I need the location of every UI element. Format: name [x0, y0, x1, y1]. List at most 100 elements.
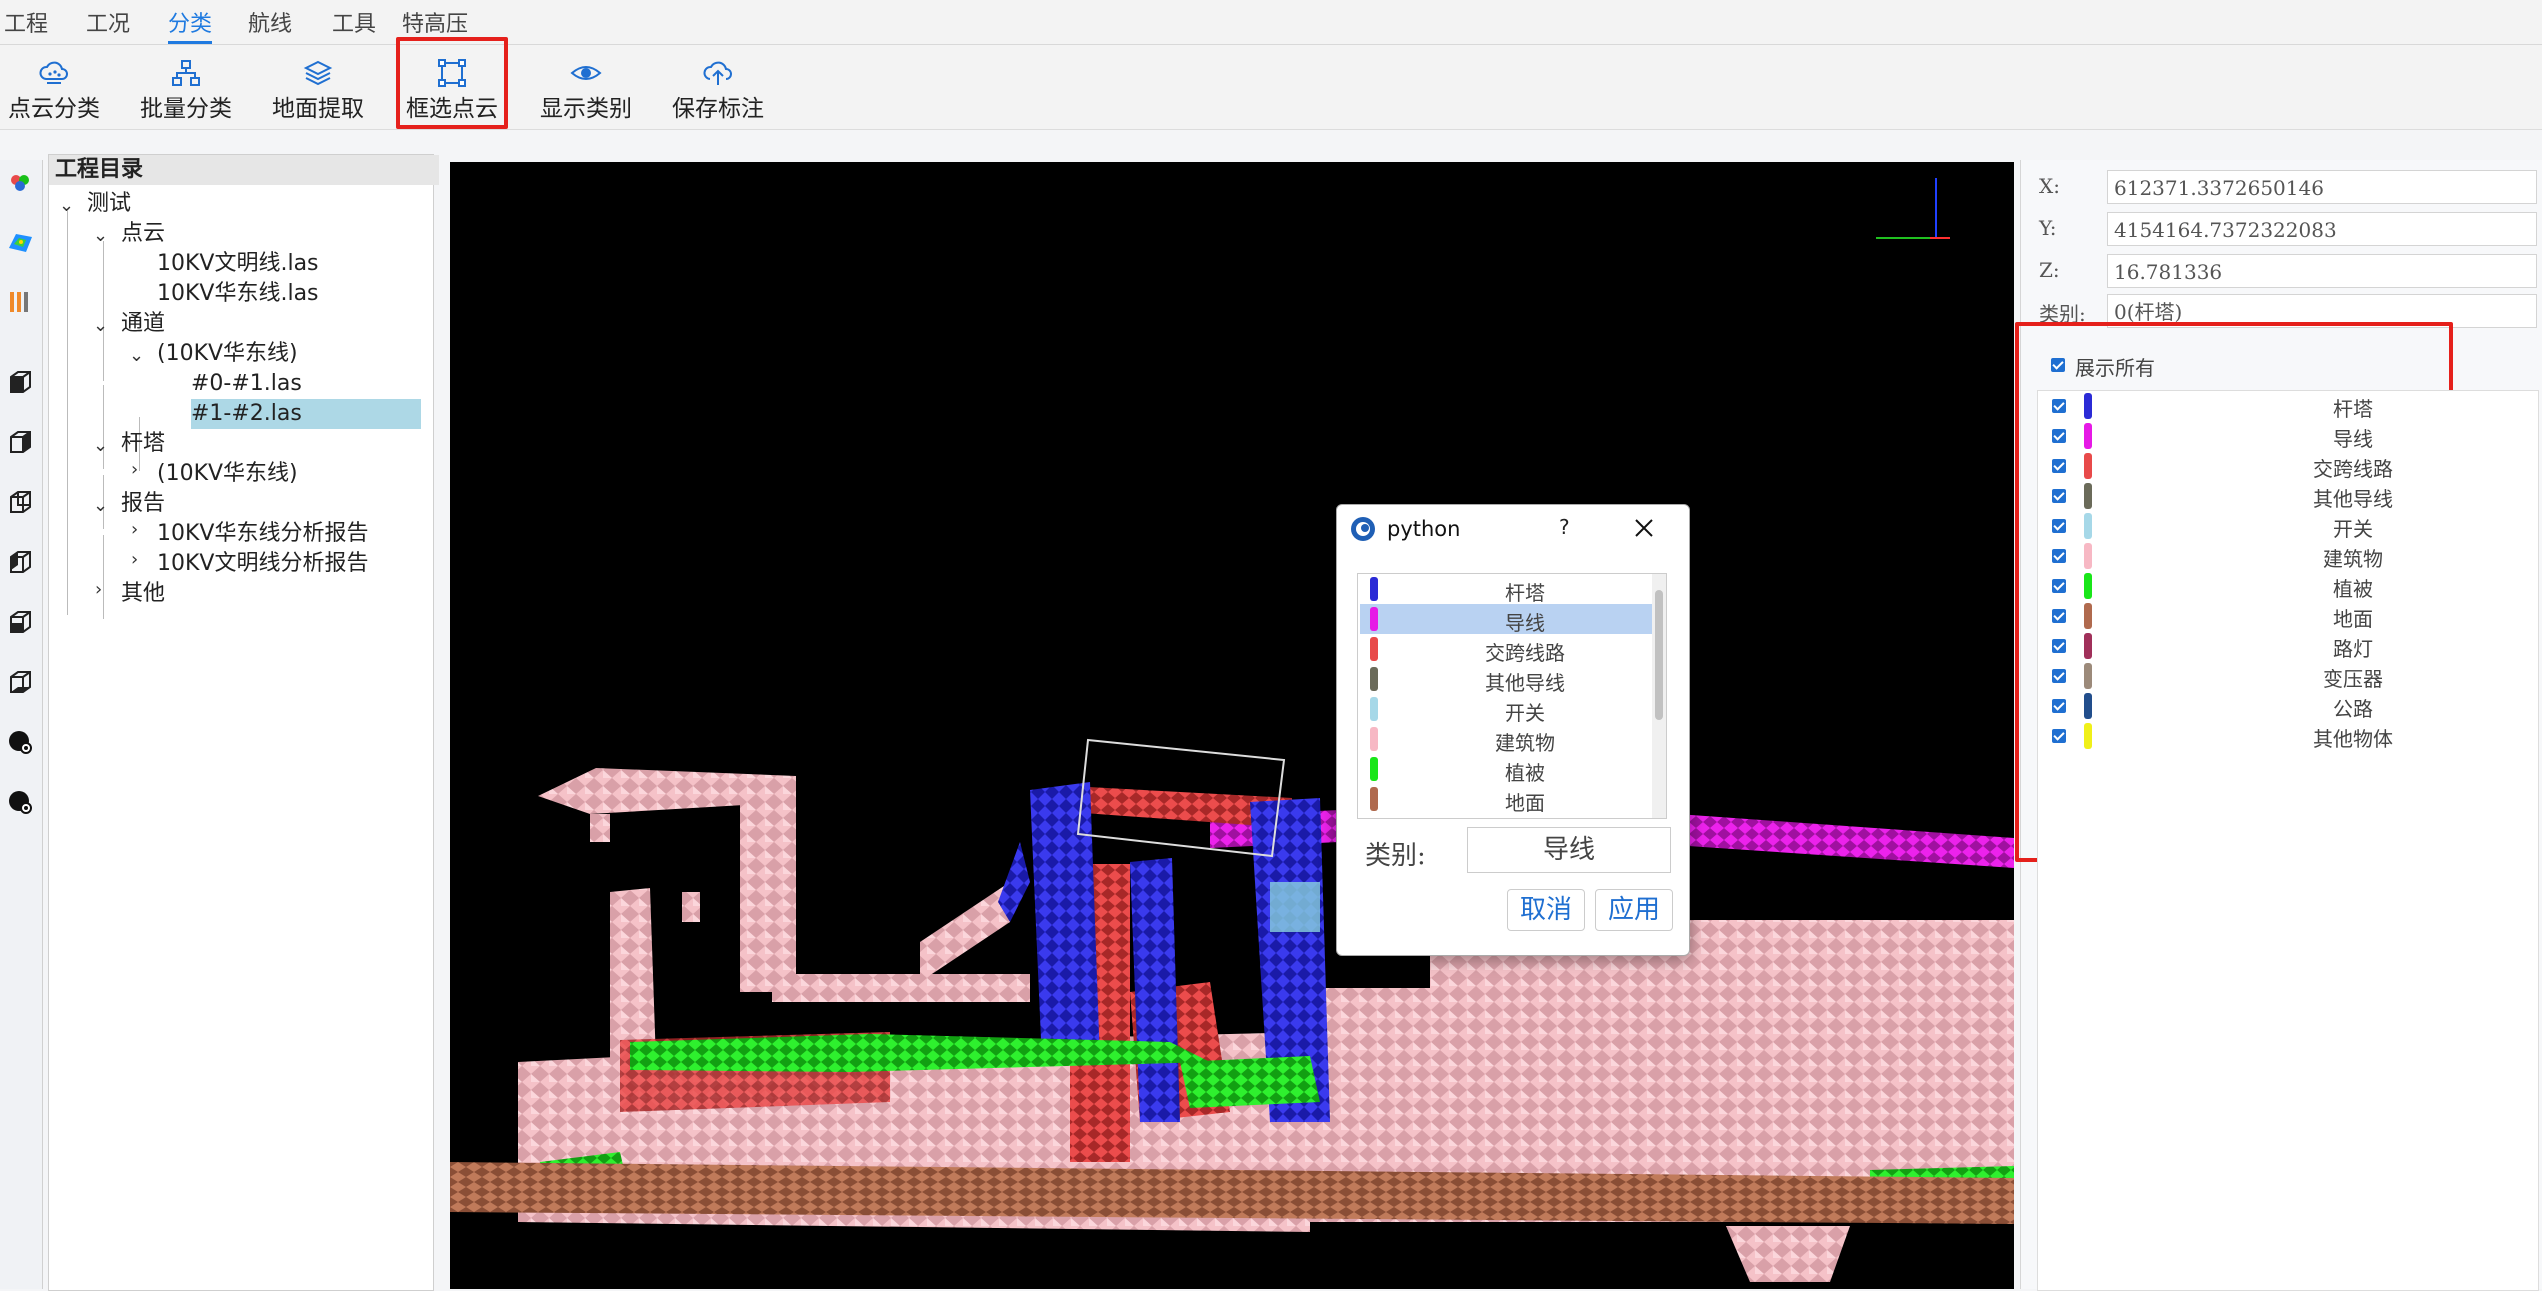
dialog-class-row[interactable]: 其他导线: [1360, 664, 1652, 695]
class-checkbox[interactable]: [2052, 639, 2066, 653]
tree-node-report[interactable]: 报告: [121, 489, 165, 519]
class-row[interactable]: 变压器: [2038, 661, 2538, 691]
tree-node-pointcloud[interactable]: 点云: [121, 219, 165, 249]
menu-route[interactable]: 航线: [248, 6, 292, 38]
apply-button[interactable]: 应用: [1595, 889, 1673, 931]
chevron-down-icon[interactable]: ⌄: [59, 195, 74, 216]
class-checkbox[interactable]: [2052, 669, 2066, 683]
class-checkbox[interactable]: [2052, 489, 2066, 503]
dialog-class-row[interactable]: 杆塔: [1360, 574, 1652, 605]
cube-back-view-icon[interactable]: [6, 488, 34, 516]
tree-node-file[interactable]: #0-#1.las: [191, 369, 302, 399]
chevron-down-icon[interactable]: ⌄: [93, 435, 108, 456]
class-color-swatch: [1370, 637, 1378, 661]
class-color-swatch: [1370, 787, 1378, 811]
ground-extract-button[interactable]: 地面提取: [268, 45, 368, 129]
cube-front-view-icon[interactable]: [6, 428, 34, 456]
class-row[interactable]: 建筑物: [2038, 541, 2538, 571]
class-row[interactable]: 其他物体: [2038, 721, 2538, 751]
dialog-class-row[interactable]: 交跨线路: [1360, 634, 1652, 665]
sphere-view-icon[interactable]: [6, 728, 34, 756]
dialog-class-row[interactable]: 地面: [1360, 784, 1652, 815]
cube-right-view-icon[interactable]: [6, 608, 34, 636]
color-palette-icon[interactable]: [6, 168, 34, 196]
class-color-swatch: [2084, 603, 2092, 629]
category-value-field[interactable]: 导线: [1467, 827, 1671, 873]
class-row[interactable]: 导线: [2038, 421, 2538, 451]
y-value-field[interactable]: 4154164.7372322083: [2107, 212, 2537, 246]
dialog-class-row[interactable]: 建筑物: [1360, 724, 1652, 755]
tree-node-other[interactable]: 其他: [121, 579, 165, 609]
elevation-map-icon[interactable]: [6, 228, 34, 256]
class-row[interactable]: 交跨线路: [2038, 451, 2538, 481]
point-cloud-classify-button[interactable]: 点云分类: [4, 45, 104, 129]
class-checkbox[interactable]: [2052, 459, 2066, 473]
cloud-classify-icon: [39, 61, 68, 84]
chevron-right-icon[interactable]: ›: [131, 459, 138, 480]
cube-top-view-icon[interactable]: [6, 368, 34, 396]
class-row[interactable]: 地面: [2038, 601, 2538, 631]
menu-condition[interactable]: 工况: [86, 6, 130, 38]
menu-project[interactable]: 工程: [4, 6, 48, 38]
class-row[interactable]: 其他导线: [2038, 481, 2538, 511]
close-icon[interactable]: [1633, 517, 1655, 539]
sphere-reset-icon[interactable]: [6, 788, 34, 816]
save-annotation-button[interactable]: 保存标注: [668, 45, 768, 129]
batch-classify-button[interactable]: 批量分类: [136, 45, 236, 129]
class-row[interactable]: 路灯: [2038, 631, 2538, 661]
cube-left-view-icon[interactable]: [6, 548, 34, 576]
class-checkbox[interactable]: [2052, 579, 2066, 593]
tree-node-line-group[interactable]: (10KV华东线): [157, 339, 298, 369]
tree-node-file[interactable]: 10KV华东线.las: [157, 279, 319, 309]
show-category-button[interactable]: 显示类别: [536, 45, 636, 129]
intensity-bars-icon[interactable]: [6, 288, 34, 316]
box-select-cloud-button[interactable]: 框选点云: [396, 37, 508, 129]
tree-node-report-item[interactable]: 10KV华东线分析报告: [157, 519, 368, 549]
tree-node-file-selected[interactable]: #1-#2.las: [191, 399, 421, 429]
z-value-field[interactable]: 16.781336: [2107, 254, 2537, 288]
class-row[interactable]: 杆塔: [2038, 391, 2538, 421]
chevron-right-icon[interactable]: ›: [95, 579, 102, 600]
z-label: Z:: [2039, 258, 2060, 282]
chevron-right-icon[interactable]: ›: [131, 549, 138, 570]
menu-uhv[interactable]: 特高压: [402, 6, 468, 38]
tree-node-line-group[interactable]: (10KV华东线): [157, 459, 298, 489]
class-row[interactable]: 植被: [2038, 571, 2538, 601]
chevron-down-icon[interactable]: ⌄: [129, 345, 144, 366]
class-checkbox[interactable]: [2052, 519, 2066, 533]
tree-node-test[interactable]: 测试: [87, 189, 131, 219]
dialog-class-list[interactable]: 杆塔 导线 交跨线路 其他导线 开关建筑物植被 地面: [1357, 573, 1667, 819]
chevron-down-icon[interactable]: ⌄: [93, 225, 108, 246]
tree-node-report-item[interactable]: 10KV文明线分析报告: [157, 549, 368, 579]
class-row[interactable]: 公路: [2038, 691, 2538, 721]
class-name: 植被: [1505, 761, 1545, 785]
chevron-down-icon[interactable]: ⌄: [93, 495, 108, 516]
cube-bottom-view-icon[interactable]: [6, 668, 34, 696]
chevron-right-icon[interactable]: ›: [131, 519, 138, 540]
class-name: 建筑物: [1495, 731, 1555, 755]
cancel-button[interactable]: 取消: [1507, 889, 1585, 931]
class-checkbox[interactable]: [2052, 549, 2066, 563]
class-checkbox[interactable]: [2052, 399, 2066, 413]
point-cloud-viewport[interactable]: [450, 162, 2014, 1289]
chevron-down-icon[interactable]: ⌄: [93, 315, 108, 336]
class-checkbox[interactable]: [2052, 609, 2066, 623]
class-name: 植被: [2333, 577, 2373, 601]
class-color-swatch: [2084, 633, 2092, 659]
class-row[interactable]: 开关: [2038, 511, 2538, 541]
class-checkbox[interactable]: [2052, 699, 2066, 713]
class-checkbox[interactable]: [2052, 729, 2066, 743]
tree-node-tower[interactable]: 杆塔: [121, 429, 165, 459]
x-value-field[interactable]: 612371.3372650146: [2107, 170, 2537, 204]
dialog-list-scrollbar[interactable]: [1652, 574, 1666, 818]
dialog-class-row[interactable]: 植被: [1360, 754, 1652, 785]
tree-node-channel[interactable]: 通道: [121, 309, 165, 339]
help-button[interactable]: ?: [1559, 515, 1570, 539]
menu-classify[interactable]: 分类: [168, 6, 213, 44]
dialog-class-row[interactable]: 开关: [1360, 694, 1652, 725]
class-checkbox[interactable]: [2052, 429, 2066, 443]
dialog-class-row-selected[interactable]: 导线: [1360, 604, 1652, 635]
tree-node-file[interactable]: 10KV文明线.las: [157, 249, 319, 279]
show-all-checkbox[interactable]: [2051, 358, 2065, 372]
menu-tools[interactable]: 工具: [332, 6, 376, 38]
